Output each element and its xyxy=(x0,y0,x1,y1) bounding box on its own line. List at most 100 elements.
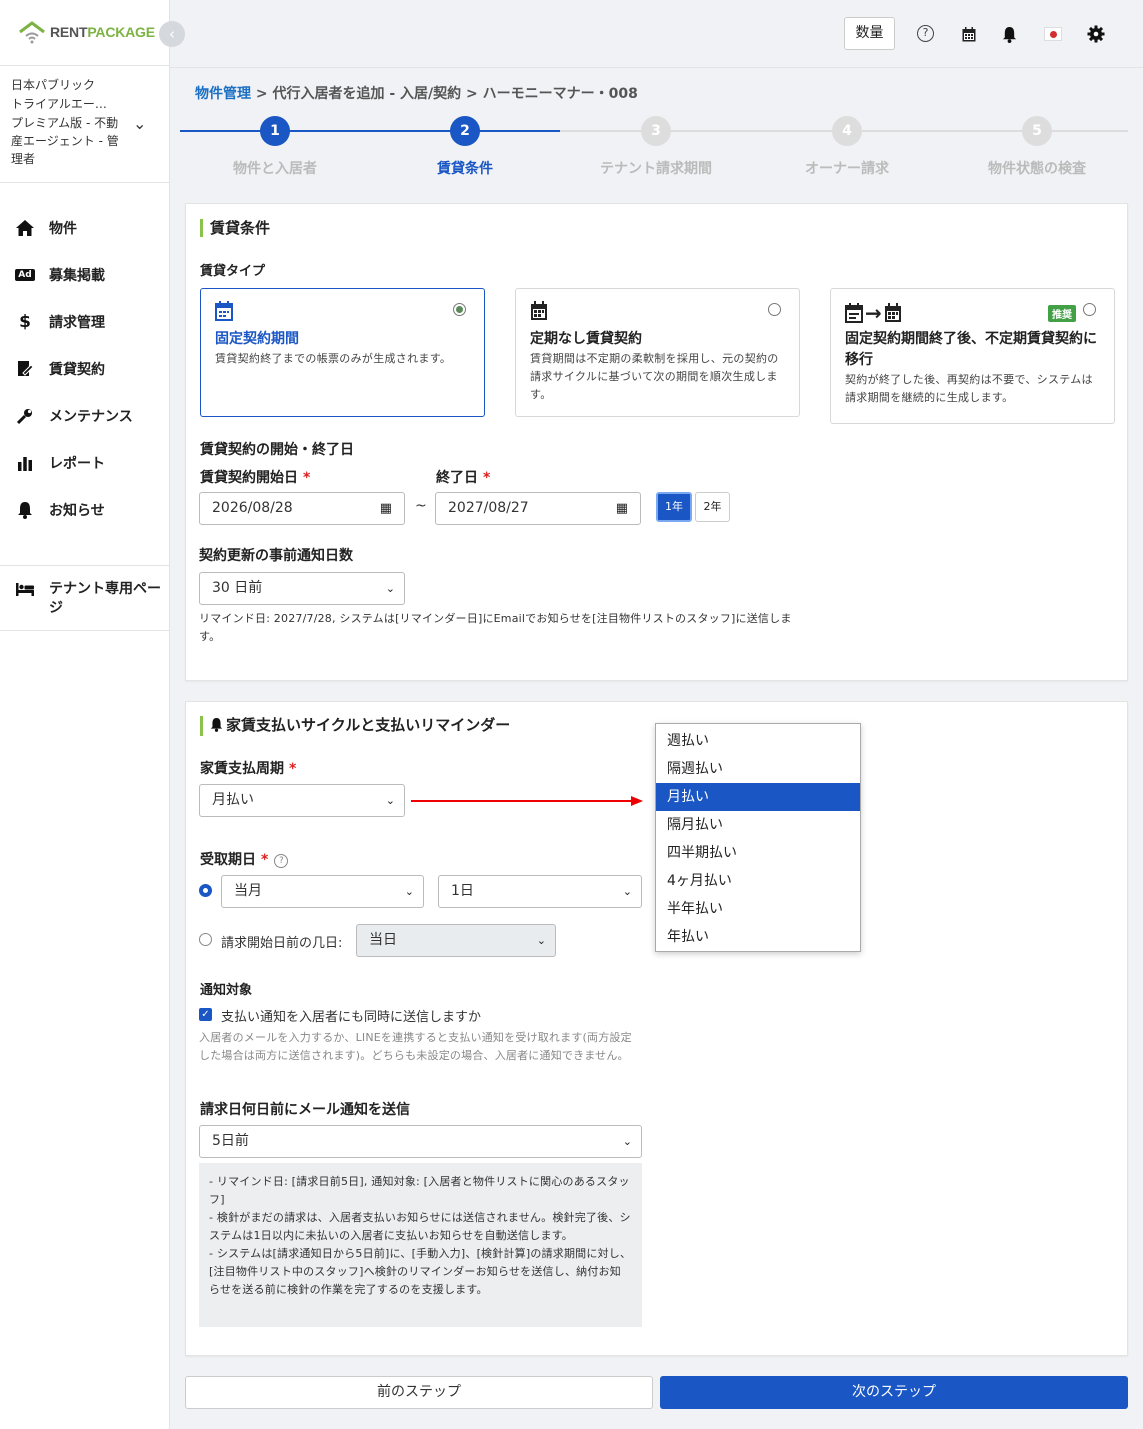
pay-cycle-dropdown: 週払い 隔週払い 月払い 隔月払い 四半期払い 4ヶ月払い 半年払い 年払い xyxy=(655,723,861,952)
collapse-sidebar-button[interactable]: ‹ xyxy=(159,21,185,47)
japan-flag-icon[interactable] xyxy=(1044,27,1062,41)
sidebar-item-notifications[interactable]: お知らせ xyxy=(14,500,105,520)
sidebar-item-label: 賃貸契約 xyxy=(49,362,105,378)
email-notice-label: 請求日何日前にメール通知を送信 xyxy=(200,1102,410,1118)
calendar-icon[interactable]: ▦ xyxy=(616,493,628,524)
lease-type-radio[interactable] xyxy=(768,303,781,316)
pay-cycle-select[interactable]: 月払い ⌄ xyxy=(199,784,405,817)
renewal-notice-select[interactable]: 30 日前 ⌄ xyxy=(199,572,405,605)
step-number: 5 xyxy=(1022,116,1052,146)
gear-icon[interactable] xyxy=(1087,25,1105,47)
info-line: - 検針がまだの請求は、入居者支払いお知らせには送信されません。検針完了後、シス… xyxy=(209,1211,631,1242)
start-date-input[interactable]: 2026/08/28 ▦ xyxy=(199,492,405,525)
calendar-icon[interactable] xyxy=(962,27,976,46)
next-step-button[interactable]: 次のステップ xyxy=(660,1376,1128,1409)
due-date-label-text: 受取期日 xyxy=(200,852,256,868)
sidebar-item-reports[interactable]: レポート xyxy=(14,453,105,473)
sidebar-item-billing[interactable]: $ 請求管理 xyxy=(14,312,105,332)
ad-icon: Ad xyxy=(14,265,36,285)
dropdown-option[interactable]: 半年払い xyxy=(656,895,860,923)
sidebar: RENTPACKAGE 日本パブリック トライアルエー… プレミアム版 - 不動… xyxy=(0,0,170,1429)
help-icon[interactable]: ? xyxy=(917,25,934,42)
notify-tenant-note: 入居者のメールを入力するか、LINEを連携すると支払い通知を受け取れます(両方設… xyxy=(199,1031,632,1062)
notify-tenant-checkbox[interactable]: ✓ xyxy=(199,1008,212,1021)
sidebar-item-listings[interactable]: Ad 募集掲載 xyxy=(14,265,105,285)
annotation-arrow xyxy=(411,800,633,802)
help-icon[interactable]: ? xyxy=(274,854,289,868)
pay-cycle-label: 家賃支払周期 * xyxy=(200,758,296,778)
renewal-notice-label: 契約更新の事前通知日数 xyxy=(199,548,353,564)
section-title: 賃貸条件 xyxy=(200,219,270,237)
step-label: オーナー請求 xyxy=(805,161,889,177)
step-1[interactable]: 1 物件と入居者 xyxy=(180,116,370,178)
info-line: - システムは[請求通知日から5日前]に、[手動入力]、[検針計算]の請求期間に… xyxy=(209,1247,632,1296)
lease-type-title: 定期なし賃貸契約 xyxy=(530,331,642,347)
divider xyxy=(0,65,170,66)
chevron-down-icon: ⌄ xyxy=(536,934,546,947)
due-date-radio-current[interactable] xyxy=(199,884,212,897)
renewal-notice-note: リマインド日: 2027/7/28, システムは[リマインダー日]にEmailで… xyxy=(199,612,792,643)
step-number: 4 xyxy=(832,116,862,146)
one-year-button[interactable]: 1年 xyxy=(656,492,692,522)
two-year-button[interactable]: 2年 xyxy=(695,492,730,522)
due-month-select[interactable]: 当月 ⌄ xyxy=(221,875,424,908)
dropdown-option[interactable]: 隔月払い xyxy=(656,811,860,839)
bell-icon[interactable] xyxy=(1002,26,1017,47)
lease-type-title: 固定契約期間 xyxy=(215,331,299,347)
sidebar-item-properties[interactable]: 物件 xyxy=(14,218,77,238)
sidebar-item-tenant-page[interactable]: テナント専用ページ xyxy=(14,580,164,618)
chevron-down-icon[interactable]: ⌄ xyxy=(133,114,146,133)
before-days-select[interactable]: 当日 ⌄ xyxy=(356,924,556,957)
lease-type-desc: 賃貸期間は不定期の柔軟制を採用し、元の契約の請求サイクルに基づいて次の期間を順次… xyxy=(530,352,779,401)
pay-cycle-label-text: 家賃支払周期 xyxy=(200,761,284,777)
recommended-badge: 推奨 xyxy=(1048,305,1076,322)
sidebar-item-contracts[interactable]: 賃貸契約 xyxy=(14,359,105,379)
dropdown-option[interactable]: 年払い xyxy=(656,923,860,951)
step-label: 物件状態の検査 xyxy=(988,161,1086,177)
chevron-down-icon: ⌄ xyxy=(385,794,395,807)
step-4[interactable]: 4 オーナー請求 xyxy=(752,116,942,178)
due-date-label: 受取期日 *? xyxy=(200,849,289,869)
lease-type-radio[interactable] xyxy=(1083,303,1096,316)
annotation-arrow-head xyxy=(631,796,643,806)
dropdown-option[interactable]: 隔週払い xyxy=(656,755,860,783)
step-3[interactable]: 3 テナント請求期間 xyxy=(561,116,751,178)
step-5[interactable]: 5 物件状態の検査 xyxy=(942,116,1132,178)
topbar: 数量 ? xyxy=(170,0,1143,68)
calendar-icon xyxy=(530,301,785,325)
app-logo[interactable]: RENTPACKAGE xyxy=(18,20,155,44)
lease-type-periodic[interactable]: 定期なし賃貸契約 賃貸期間は不定期の柔軟制を採用し、元の契約の請求サイクルに基づ… xyxy=(515,288,800,417)
due-date-radio-before[interactable] xyxy=(199,933,212,946)
before-days-value: 当日 xyxy=(369,932,397,948)
reminder-info-box: - リマインド日: [請求日前5日], 通知対象: [入居者と物件リストに関心の… xyxy=(199,1163,642,1327)
dropdown-option[interactable]: 四半期払い xyxy=(656,839,860,867)
lease-type-label: 賃貸タイプ xyxy=(200,264,266,279)
dropdown-option[interactable]: 4ヶ月払い xyxy=(656,867,860,895)
calendar-icon[interactable]: ▦ xyxy=(380,493,392,524)
due-day-value: 1日 xyxy=(451,883,474,899)
required-mark: * xyxy=(483,470,491,486)
step-2[interactable]: 2 賃貸条件 xyxy=(370,116,560,178)
breadcrumb-link[interactable]: 物件管理 xyxy=(195,86,251,102)
stepper: 1 物件と入居者 2 賃貸条件 3 テナント請求期間 4 オーナー請求 5 物件… xyxy=(180,116,1128,180)
lease-type-fixed-then-periodic[interactable]: → 固定契約期間終了後、不定期賃貸契約に移行 契約が終了した後、再契約は不要で、… xyxy=(830,288,1115,424)
home-icon xyxy=(14,218,36,238)
quantity-button[interactable]: 数量 xyxy=(844,17,895,50)
wrench-icon xyxy=(14,406,36,426)
dropdown-option[interactable]: 週払い xyxy=(656,727,860,755)
due-day-select[interactable]: 1日 ⌄ xyxy=(438,875,642,908)
org-switcher[interactable]: 日本パブリック トライアルエー… プレミアム版 - 不動産エージェント - 管理… xyxy=(11,76,129,168)
required-mark: * xyxy=(261,852,269,868)
previous-step-button[interactable]: 前のステップ xyxy=(185,1376,653,1409)
step-label: 賃貸条件 xyxy=(437,161,493,177)
sidebar-item-maintenance[interactable]: メンテナンス xyxy=(14,406,133,426)
sidebar-item-label: 物件 xyxy=(49,221,77,237)
lease-type-fixed[interactable]: 固定契約期間 賃貸契約終了までの帳票のみが生成されます。 xyxy=(200,288,485,417)
lease-type-desc: 賃貸契約終了までの帳票のみが生成されます。 xyxy=(215,352,452,365)
lease-type-radio[interactable] xyxy=(453,303,466,316)
email-notice-select[interactable]: 5日前 ⌄ xyxy=(199,1125,642,1158)
notify-tenant-label[interactable]: 支払い通知を入居者にも同時に送信しますか xyxy=(221,1006,481,1025)
dropdown-option-selected[interactable]: 月払い xyxy=(656,783,860,811)
required-mark: * xyxy=(303,470,311,486)
end-date-input[interactable]: 2027/08/27 ▦ xyxy=(435,492,641,525)
